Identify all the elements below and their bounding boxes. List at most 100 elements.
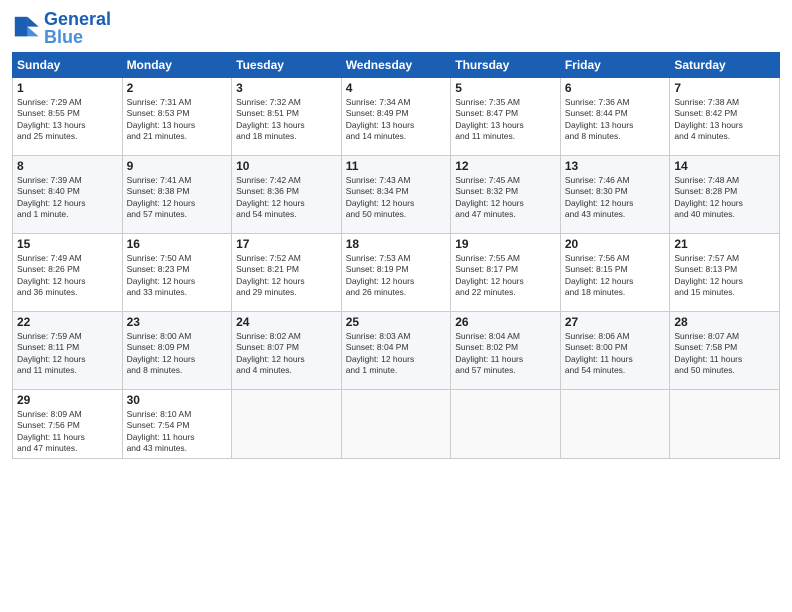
calendar-cell: 8 Sunrise: 7:39 AMSunset: 8:40 PMDaylight… — [13, 156, 123, 234]
calendar-cell: 5Sunrise: 7:35 AMSunset: 8:47 PMDaylight… — [451, 78, 561, 156]
day-info: Sunrise: 8:07 AMSunset: 7:58 PMDaylight:… — [674, 331, 775, 377]
day-info: Sunrise: 7:29 AMSunset: 8:55 PMDaylight:… — [17, 97, 118, 143]
calendar-cell: 17Sunrise: 7:52 AMSunset: 8:21 PMDayligh… — [232, 234, 342, 312]
calendar-cell: 14Sunrise: 7:48 AMSunset: 8:28 PMDayligh… — [670, 156, 780, 234]
calendar-cell: 11 Sunrise: 7:43 AMSunset: 8:34 PMDayligh… — [341, 156, 451, 234]
calendar-cell: 6 Sunrise: 7:36 AMSunset: 8:44 PMDaylight… — [560, 78, 670, 156]
day-number: 2 — [127, 81, 228, 95]
weekday-header-wednesday: Wednesday — [341, 53, 451, 78]
calendar-cell: 28 Sunrise: 8:07 AMSunset: 7:58 PMDayligh… — [670, 312, 780, 390]
day-info: Sunrise: 7:52 AMSunset: 8:21 PMDaylight:… — [236, 253, 337, 299]
day-number: 27 — [565, 315, 666, 329]
day-info: Sunrise: 8:04 AMSunset: 8:02 PMDaylight:… — [455, 331, 556, 377]
day-number: 8 — [17, 159, 118, 173]
logo: GeneralBlue — [12, 10, 111, 46]
calendar-cell: 12 Sunrise: 7:45 AMSunset: 8:32 PMDayligh… — [451, 156, 561, 234]
calendar-cell: 27 Sunrise: 8:06 AMSunset: 8:00 PMDayligh… — [560, 312, 670, 390]
day-info: Sunrise: 7:55 AMSunset: 8:17 PMDaylight:… — [455, 253, 556, 299]
day-info: Sunrise: 7:38 AMSunset: 8:42 PMDaylight:… — [674, 97, 775, 143]
day-number: 22 — [17, 315, 118, 329]
day-info: Sunrise: 7:36 AMSunset: 8:44 PMDaylight:… — [565, 97, 666, 143]
day-info: Sunrise: 7:42 AMSunset: 8:36 PMDaylight:… — [236, 175, 337, 221]
calendar-table: SundayMondayTuesdayWednesdayThursdayFrid… — [12, 52, 780, 459]
day-info: Sunrise: 7:45 AMSunset: 8:32 PMDaylight:… — [455, 175, 556, 221]
day-info: Sunrise: 7:43 AMSunset: 8:34 PMDaylight:… — [346, 175, 447, 221]
calendar-cell: 21 Sunrise: 7:57 AMSunset: 8:13 PMDayligh… — [670, 234, 780, 312]
week-row-1: 1 Sunrise: 7:29 AMSunset: 8:55 PMDaylight… — [13, 78, 780, 156]
calendar-cell — [451, 390, 561, 459]
calendar-cell — [670, 390, 780, 459]
calendar-cell: 23 Sunrise: 8:00 AMSunset: 8:09 PMDayligh… — [122, 312, 232, 390]
calendar-cell: 1 Sunrise: 7:29 AMSunset: 8:55 PMDaylight… — [13, 78, 123, 156]
calendar-cell — [341, 390, 451, 459]
day-info: Sunrise: 7:41 AMSunset: 8:38 PMDaylight:… — [127, 175, 228, 221]
day-number: 4 — [346, 81, 447, 95]
day-number: 7 — [674, 81, 775, 95]
day-info: Sunrise: 7:57 AMSunset: 8:13 PMDaylight:… — [674, 253, 775, 299]
weekday-header-tuesday: Tuesday — [232, 53, 342, 78]
day-number: 21 — [674, 237, 775, 251]
day-info: Sunrise: 7:56 AMSunset: 8:15 PMDaylight:… — [565, 253, 666, 299]
day-info: Sunrise: 7:59 AMSunset: 8:11 PMDaylight:… — [17, 331, 118, 377]
page: GeneralBlue SundayMondayTuesdayWednesday… — [0, 0, 792, 612]
day-number: 13 — [565, 159, 666, 173]
calendar-cell: 25 Sunrise: 8:03 AMSunset: 8:04 PMDayligh… — [341, 312, 451, 390]
calendar-cell: 29Sunrise: 8:09 AMSunset: 7:56 PMDayligh… — [13, 390, 123, 459]
header: GeneralBlue — [12, 10, 780, 46]
day-info: Sunrise: 7:48 AMSunset: 8:28 PMDaylight:… — [674, 175, 775, 221]
day-info: Sunrise: 8:09 AMSunset: 7:56 PMDaylight:… — [17, 409, 118, 455]
calendar-cell: 19 Sunrise: 7:55 AMSunset: 8:17 PMDayligh… — [451, 234, 561, 312]
logo-icon — [12, 14, 40, 42]
day-number: 1 — [17, 81, 118, 95]
calendar-cell — [560, 390, 670, 459]
day-number: 6 — [565, 81, 666, 95]
day-info: Sunrise: 7:46 AMSunset: 8:30 PMDaylight:… — [565, 175, 666, 221]
logo-text: GeneralBlue — [44, 10, 111, 46]
weekday-header-saturday: Saturday — [670, 53, 780, 78]
day-number: 10 — [236, 159, 337, 173]
calendar-cell — [232, 390, 342, 459]
calendar-cell: 7 Sunrise: 7:38 AMSunset: 8:42 PMDaylight… — [670, 78, 780, 156]
day-number: 30 — [127, 393, 228, 407]
day-info: Sunrise: 7:50 AMSunset: 8:23 PMDaylight:… — [127, 253, 228, 299]
calendar-cell: 16 Sunrise: 7:50 AMSunset: 8:23 PMDayligh… — [122, 234, 232, 312]
day-info: Sunrise: 7:32 AMSunset: 8:51 PMDaylight:… — [236, 97, 337, 143]
day-number: 20 — [565, 237, 666, 251]
day-number: 11 — [346, 159, 447, 173]
calendar-cell: 18Sunrise: 7:53 AMSunset: 8:19 PMDayligh… — [341, 234, 451, 312]
calendar-cell: 9 Sunrise: 7:41 AMSunset: 8:38 PMDaylight… — [122, 156, 232, 234]
day-info: Sunrise: 8:03 AMSunset: 8:04 PMDaylight:… — [346, 331, 447, 377]
calendar-cell: 22 Sunrise: 7:59 AMSunset: 8:11 PMDayligh… — [13, 312, 123, 390]
day-number: 9 — [127, 159, 228, 173]
calendar-cell: 4 Sunrise: 7:34 AMSunset: 8:49 PMDaylight… — [341, 78, 451, 156]
day-number: 5 — [455, 81, 556, 95]
day-info: Sunrise: 8:02 AMSunset: 8:07 PMDaylight:… — [236, 331, 337, 377]
weekday-header-row: SundayMondayTuesdayWednesdayThursdayFrid… — [13, 53, 780, 78]
day-number: 25 — [346, 315, 447, 329]
day-info: Sunrise: 7:39 AMSunset: 8:40 PMDaylight:… — [17, 175, 118, 221]
calendar-cell: 2 Sunrise: 7:31 AMSunset: 8:53 PMDaylight… — [122, 78, 232, 156]
week-row-4: 22 Sunrise: 7:59 AMSunset: 8:11 PMDayligh… — [13, 312, 780, 390]
calendar-cell: 20 Sunrise: 7:56 AMSunset: 8:15 PMDayligh… — [560, 234, 670, 312]
day-number: 15 — [17, 237, 118, 251]
calendar-cell: 13 Sunrise: 7:46 AMSunset: 8:30 PMDayligh… — [560, 156, 670, 234]
day-info: Sunrise: 7:34 AMSunset: 8:49 PMDaylight:… — [346, 97, 447, 143]
day-number: 3 — [236, 81, 337, 95]
day-number: 16 — [127, 237, 228, 251]
weekday-header-friday: Friday — [560, 53, 670, 78]
day-info: Sunrise: 8:10 AMSunset: 7:54 PMDaylight:… — [127, 409, 228, 455]
day-number: 23 — [127, 315, 228, 329]
day-info: Sunrise: 8:00 AMSunset: 8:09 PMDaylight:… — [127, 331, 228, 377]
week-row-2: 8 Sunrise: 7:39 AMSunset: 8:40 PMDaylight… — [13, 156, 780, 234]
weekday-header-sunday: Sunday — [13, 53, 123, 78]
day-number: 28 — [674, 315, 775, 329]
calendar-cell: 24Sunrise: 8:02 AMSunset: 8:07 PMDayligh… — [232, 312, 342, 390]
day-info: Sunrise: 8:06 AMSunset: 8:00 PMDaylight:… — [565, 331, 666, 377]
day-number: 12 — [455, 159, 556, 173]
calendar-cell: 26Sunrise: 8:04 AMSunset: 8:02 PMDayligh… — [451, 312, 561, 390]
calendar-cell: 15Sunrise: 7:49 AMSunset: 8:26 PMDayligh… — [13, 234, 123, 312]
day-info: Sunrise: 7:31 AMSunset: 8:53 PMDaylight:… — [127, 97, 228, 143]
day-number: 19 — [455, 237, 556, 251]
day-number: 18 — [346, 237, 447, 251]
week-row-5: 29Sunrise: 8:09 AMSunset: 7:56 PMDayligh… — [13, 390, 780, 459]
